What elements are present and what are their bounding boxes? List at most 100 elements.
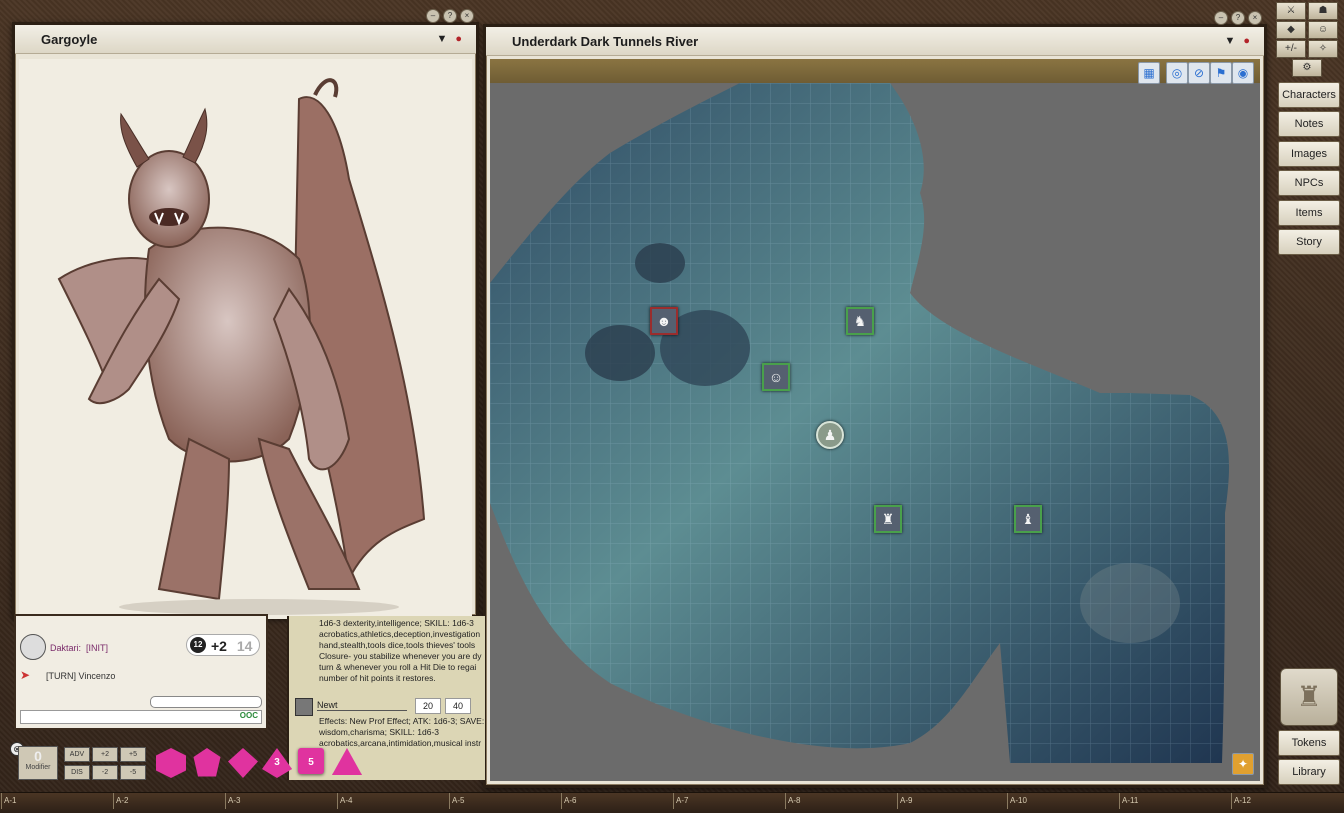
sidebar-story-button[interactable]: Story [1278, 229, 1340, 255]
creature-icon: ♞ [853, 313, 867, 329]
modifiers-button[interactable]: +/- [1276, 40, 1306, 58]
d6-die-icon[interactable]: 5 [298, 748, 324, 774]
creature-icon: ♟ [823, 427, 837, 443]
image-title: Gargoyle [41, 32, 98, 47]
chat-init-tag: [INIT] [86, 643, 108, 653]
view-icon[interactable]: ◉ [1232, 62, 1254, 84]
image-window: – ? × Gargoyle ▼ ● [12, 9, 479, 619]
minus5-button[interactable]: -5 [120, 765, 146, 780]
init-roll-badge: 12 +2 14 [186, 634, 260, 656]
chat-panel: Daktari: [INIT] 12 +2 14 ➤ [TURN] Vincen… [14, 614, 268, 730]
chat-turn: [TURN] Vincenzo [46, 671, 116, 681]
minus2-button[interactable]: -2 [92, 765, 118, 780]
d20-die-icon[interactable] [156, 748, 186, 778]
token-gargoyle[interactable]: ☻ [650, 307, 678, 335]
settings-icon[interactable]: ⚙ [1292, 59, 1322, 77]
entry-avatar [295, 698, 313, 716]
person-icon[interactable]: ☺ [1308, 21, 1338, 39]
flag-icon[interactable]: ⚑ [1210, 62, 1232, 84]
chat-avatar [20, 634, 46, 660]
ruler-label: A-3 [224, 793, 241, 809]
share-icon[interactable]: ▼ [1224, 35, 1235, 47]
map-title-icons: ▼ ● [1224, 35, 1250, 47]
sidebar-items-button[interactable]: Items [1278, 200, 1340, 226]
close-icon[interactable]: × [1248, 11, 1262, 25]
grid-ruler: A-1 A-2 A-3 A-4 A-5 A-6 A-7 A-8 A-9 A-10… [0, 792, 1344, 813]
party-icon[interactable]: ☗ [1308, 2, 1338, 20]
min-icon[interactable]: – [1214, 11, 1228, 25]
sidebar-characters-button[interactable]: Characters [1278, 82, 1340, 108]
mask-off-icon[interactable]: ⊘ [1188, 62, 1210, 84]
sidebar-images-button[interactable]: Images [1278, 141, 1340, 167]
library-tower-icon[interactable]: ♜ [1280, 668, 1338, 726]
grid-icon[interactable]: ▦ [1138, 62, 1160, 84]
map-options-icon[interactable]: ✦ [1232, 753, 1254, 775]
map-toolbar: ▦ ◎ ⊘ ⚑ ◉ [490, 59, 1260, 84]
image-titlebar: Gargoyle ▼ ● [15, 25, 476, 54]
modifier-label: Modifier [25, 764, 51, 771]
turn-arrow-icon: ➤ [20, 668, 31, 682]
init-modifier: +2 [211, 638, 227, 654]
chat-speaker: Daktari: [50, 643, 82, 653]
creature-icon: ☻ [656, 313, 672, 329]
token-character[interactable]: ♞ [846, 307, 874, 335]
entry-effects-text: 1d6-3 dexterity,intelligence; SKILL: 1d6… [319, 618, 482, 683]
modifier-box[interactable]: 0 Modifier [18, 746, 58, 780]
ruler-label: A-4 [336, 793, 353, 809]
token-character[interactable]: ♝ [1014, 505, 1042, 533]
entry-name[interactable]: Newt [317, 700, 407, 711]
ruler-label: A-7 [672, 793, 689, 809]
sidebar-notes-button[interactable]: Notes [1278, 111, 1340, 137]
sidebar-tokens-button[interactable]: Tokens [1278, 730, 1340, 756]
entry-hp[interactable]: 20 [415, 698, 441, 714]
ruler-label: A-2 [112, 793, 129, 809]
help-icon[interactable]: ? [1231, 11, 1245, 25]
help-icon[interactable]: ? [443, 9, 457, 23]
plus2-button[interactable]: +2 [92, 747, 118, 762]
plus5-button[interactable]: +5 [120, 747, 146, 762]
gargoyle-picture [57, 78, 426, 615]
combat-icon[interactable]: ⚔ [1276, 2, 1306, 20]
ruler-label: A-12 [1231, 793, 1251, 809]
lock-icon[interactable]: ● [455, 33, 462, 45]
dice-icon[interactable]: ◆ [1276, 21, 1306, 39]
d10-die-icon[interactable] [228, 748, 258, 778]
effects-icon[interactable]: ✧ [1308, 40, 1338, 58]
chat-mode-select[interactable] [150, 696, 262, 708]
ruler-label: A-1 [0, 793, 17, 809]
token-character[interactable]: ♟ [816, 421, 844, 449]
sidebar-library-button[interactable]: Library [1278, 759, 1340, 785]
ruler-label: A-8 [784, 793, 801, 809]
share-icon[interactable]: ▼ [436, 33, 447, 45]
lock-icon[interactable]: ● [1243, 35, 1250, 47]
map-window-controls: – ? × [1214, 11, 1262, 25]
target-icon[interactable]: ◎ [1166, 62, 1188, 84]
creature-icon: ☺ [768, 369, 784, 385]
token-character[interactable]: ♜ [874, 505, 902, 533]
ruler-label: A-9 [896, 793, 913, 809]
d12-die-icon[interactable] [193, 748, 221, 777]
creature-icon: ♜ [881, 511, 895, 527]
dis-button[interactable]: DIS [64, 765, 90, 780]
map-canvas[interactable]: ▦ ◎ ⊘ ⚑ ◉ ☻ ♞ ☺ ♟ ♜ ♝ ✦ [490, 59, 1260, 781]
map-titlebar: Underdark Dark Tunnels River ▼ ● [486, 27, 1264, 56]
min-icon[interactable]: – [426, 9, 440, 23]
ruler-label: A-6 [560, 793, 577, 809]
gargoyle-illustration [19, 59, 472, 619]
adv-button[interactable]: ADV [64, 747, 90, 762]
creature-icon: ♝ [1021, 511, 1035, 527]
title-icons: ▼ ● [436, 33, 462, 45]
map-window: – ? × Underdark Dark Tunnels River ▼ ● ▦… [483, 11, 1267, 788]
sidebar-npcs-button[interactable]: NPCs [1278, 170, 1340, 196]
map-title: Underdark Dark Tunnels River [512, 34, 699, 49]
close-icon[interactable]: × [460, 9, 474, 23]
chat-input[interactable] [20, 710, 262, 724]
ruler-label: A-5 [448, 793, 465, 809]
ooc-label[interactable]: OOC [240, 711, 258, 720]
token-character[interactable]: ☺ [762, 363, 790, 391]
entry-hp-max[interactable]: 40 [445, 698, 471, 714]
ruler-label: A-11 [1118, 793, 1139, 809]
init-total: 14 [236, 638, 253, 654]
d12-icon: 12 [190, 637, 206, 653]
modifier-value: 0 [34, 748, 42, 764]
